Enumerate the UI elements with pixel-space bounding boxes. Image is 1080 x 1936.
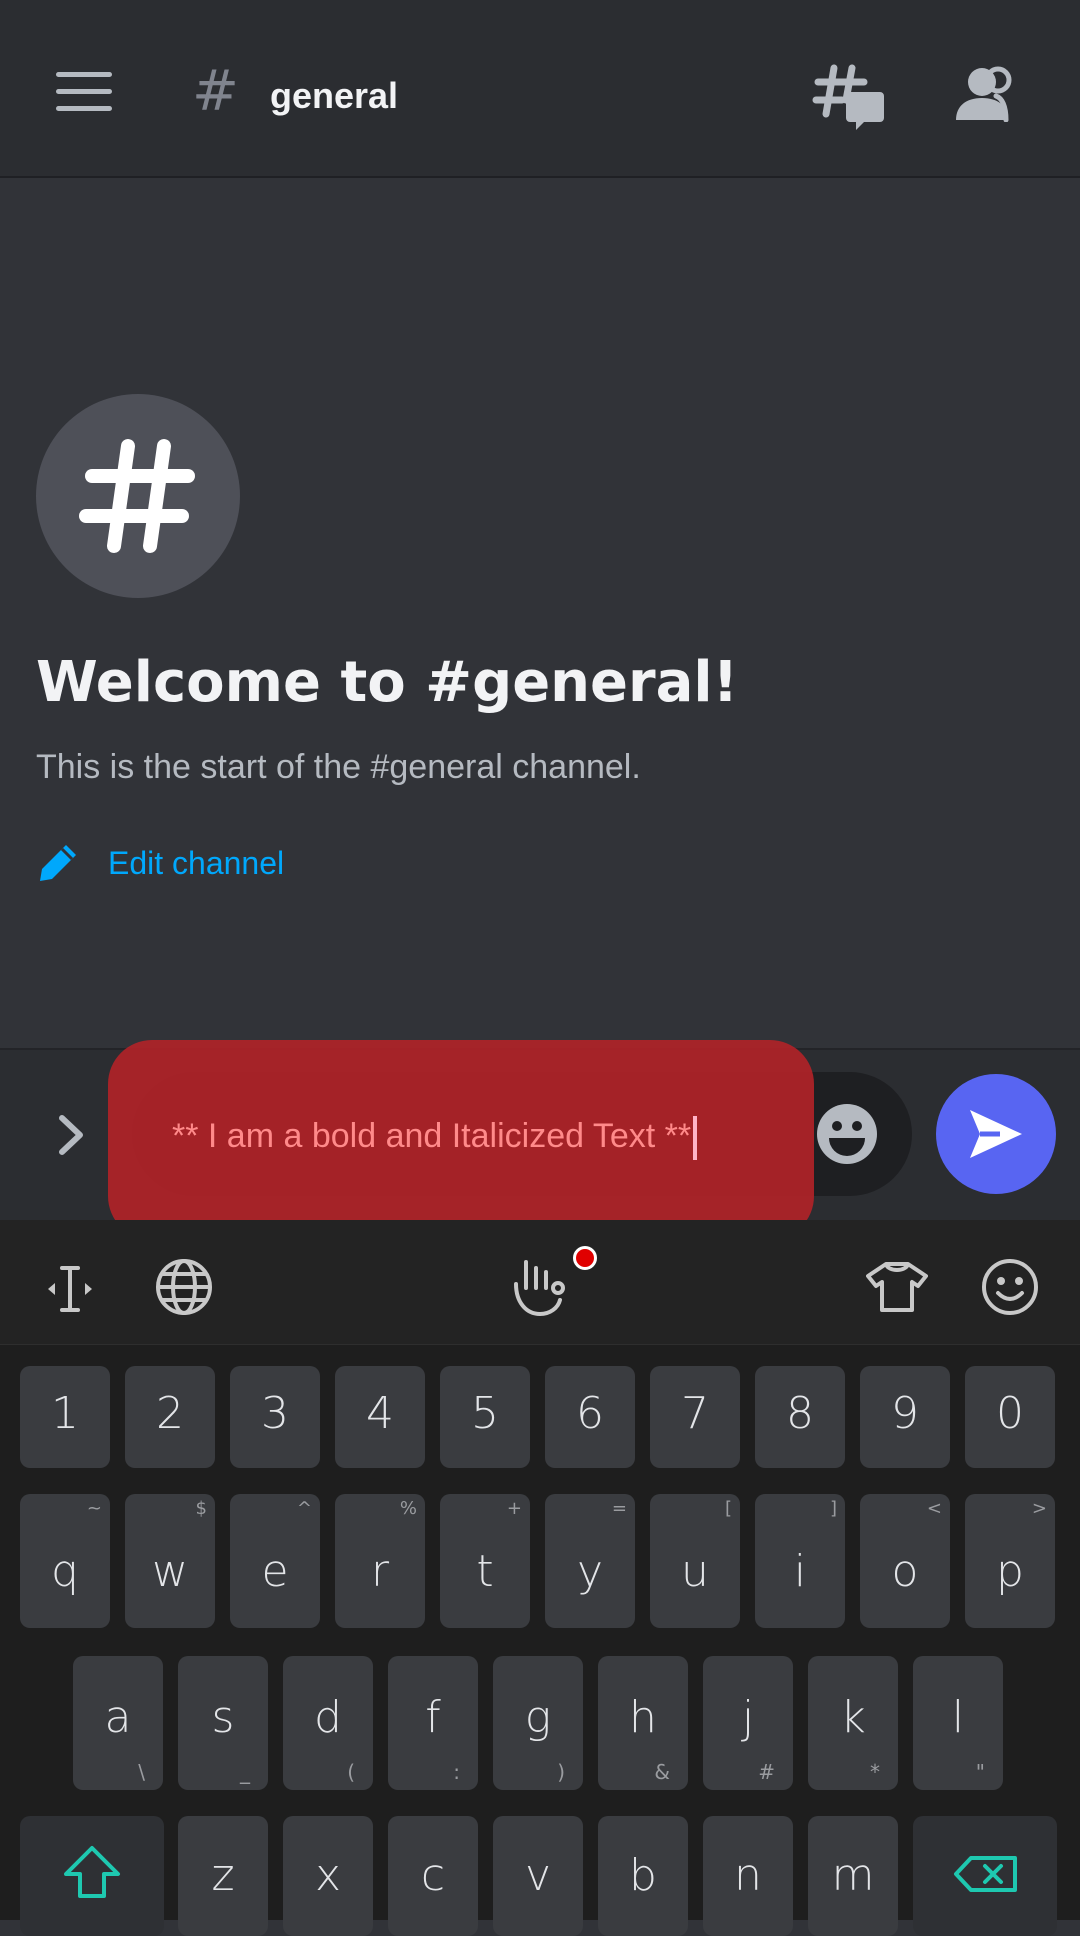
theme-shirt-icon[interactable] (866, 1260, 928, 1314)
channel-header: # general (0, 0, 1080, 178)
menu-icon[interactable] (56, 72, 112, 112)
key-i[interactable]: ] i (755, 1494, 845, 1628)
key-z[interactable]: z (178, 1816, 268, 1936)
chevron-right-icon[interactable] (56, 1112, 86, 1158)
key-5[interactable]: 5 (440, 1366, 530, 1468)
key-2[interactable]: 2 (125, 1366, 215, 1468)
key-s[interactable]: s _ (178, 1656, 268, 1790)
members-icon[interactable] (956, 66, 1022, 122)
key-r[interactable]: % r (335, 1494, 425, 1628)
key-k[interactable]: k * (808, 1656, 898, 1790)
key-4[interactable]: 4 (335, 1366, 425, 1468)
key-w[interactable]: $ w (125, 1494, 215, 1628)
backspace-icon (954, 1856, 1017, 1892)
key-j[interactable]: j # (703, 1656, 793, 1790)
key-1[interactable]: 1 (20, 1366, 110, 1468)
key-y[interactable]: = y (545, 1494, 635, 1628)
backspace-key[interactable] (913, 1816, 1057, 1936)
key-t[interactable]: + t (440, 1494, 530, 1628)
key-p[interactable]: > p (965, 1494, 1055, 1628)
send-icon (970, 1110, 1022, 1158)
key-6[interactable]: 6 (545, 1366, 635, 1468)
welcome-subtitle: This is the start of the #general channe… (36, 748, 641, 786)
channel-name[interactable]: general (270, 72, 398, 120)
notification-dot (573, 1246, 597, 1270)
gesture-hand-icon[interactable] (512, 1254, 572, 1320)
emoji-icon[interactable] (815, 1102, 879, 1166)
keyboard-emoji-icon[interactable] (980, 1257, 1040, 1317)
hash-large-icon (79, 439, 195, 553)
key-v[interactable]: v (493, 1816, 583, 1936)
key-0[interactable]: 0 (965, 1366, 1055, 1468)
key-g[interactable]: g) (493, 1656, 583, 1790)
message-input-value: ** I am a bold and Italicized Text ** (172, 1117, 692, 1155)
key-q[interactable]: ~ q (20, 1494, 110, 1628)
edit-channel-label: Edit channel (108, 844, 285, 881)
key-x[interactable]: x (283, 1816, 373, 1936)
key-m[interactable]: m (808, 1816, 898, 1936)
key-a[interactable]: a \ (73, 1656, 163, 1790)
pencil-icon (40, 845, 76, 881)
key-o[interactable]: < o (860, 1494, 950, 1628)
key-h[interactable]: h & (598, 1656, 688, 1790)
key-e[interactable]: ^ e (230, 1494, 320, 1628)
key-8[interactable]: 8 (755, 1366, 845, 1468)
key-7[interactable]: 7 (650, 1366, 740, 1468)
key-f[interactable]: f: (388, 1656, 478, 1790)
key-u[interactable]: [u (650, 1494, 740, 1628)
text-caret (693, 1116, 698, 1161)
channel-hash-icon: # (192, 59, 239, 124)
key-n[interactable]: n (703, 1816, 793, 1936)
key-l[interactable]: l " (913, 1656, 1003, 1790)
globe-icon[interactable] (154, 1257, 214, 1317)
key-b[interactable]: b (598, 1816, 688, 1936)
channel-avatar (36, 394, 240, 598)
edit-channel-link[interactable]: Edit channel (36, 838, 284, 888)
shift-arrow-icon (64, 1846, 120, 1898)
shift-key[interactable] (20, 1816, 164, 1936)
key-c[interactable]: c (388, 1816, 478, 1936)
key-9[interactable]: 9 (860, 1366, 950, 1468)
key-3[interactable]: 3 (230, 1366, 320, 1468)
key-d[interactable]: d( (283, 1656, 373, 1790)
cursor-move-icon[interactable] (44, 1262, 96, 1316)
send-button[interactable] (936, 1074, 1056, 1194)
welcome-title: Welcome to #general! (36, 650, 739, 715)
message-input[interactable]: ** I am a bold and Italicized Text ** (172, 1112, 698, 1161)
threads-icon[interactable] (812, 62, 884, 132)
